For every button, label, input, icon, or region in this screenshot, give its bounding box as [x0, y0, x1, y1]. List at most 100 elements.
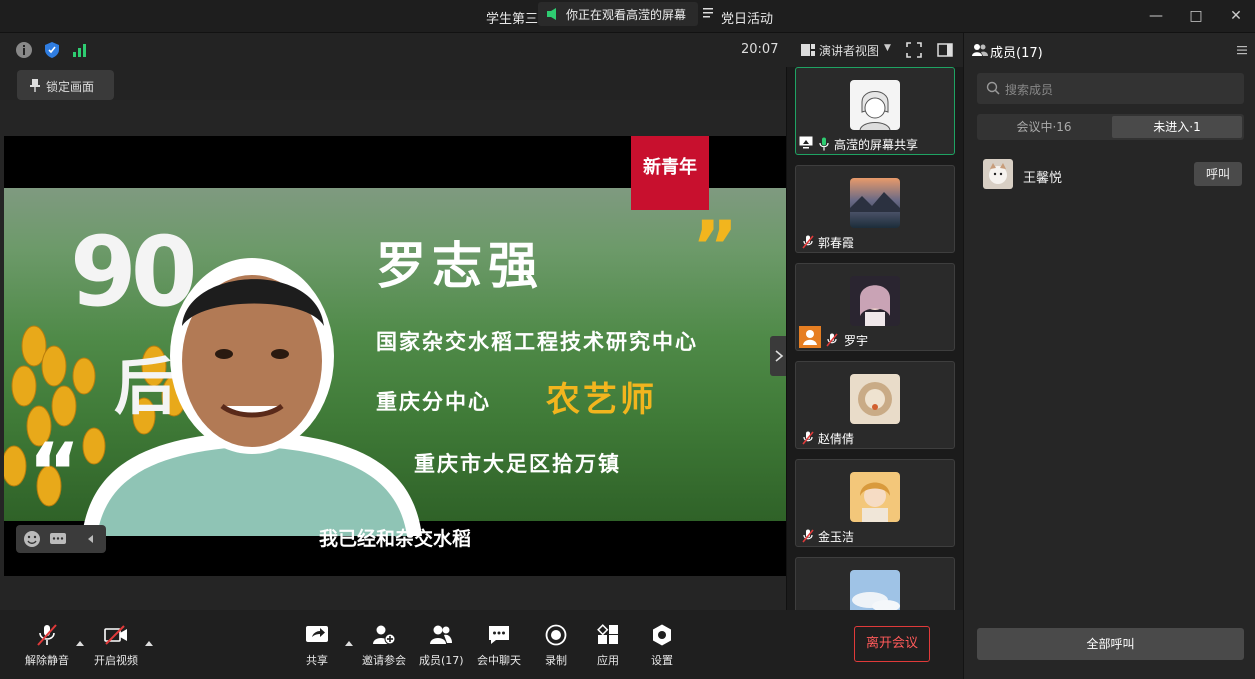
video-off-icon — [104, 625, 127, 645]
brand-logo: 新青年 — [631, 136, 709, 210]
share-screen-icon — [306, 626, 328, 642]
minimize-icon[interactable]: — — [1146, 6, 1166, 26]
call-all-button[interactable]: 全部呼叫 — [977, 628, 1244, 660]
view-mode-dropdown-icon[interactable]: ▼ — [884, 43, 891, 53]
user-icon — [803, 330, 817, 345]
speaker-view-icon[interactable] — [800, 42, 816, 58]
video-caption: 我已经和杂交水稻 — [318, 528, 471, 550]
chevron-right-icon — [775, 350, 784, 362]
collapse-left-icon[interactable] — [82, 530, 100, 548]
members-icon — [430, 625, 452, 644]
meeting-window: 学生第三 你正在观看高滢的屏幕 党日活动 — □ ✕ 20:07 锁定画面 新青… — [0, 0, 1255, 679]
info-icon[interactable] — [15, 41, 33, 59]
start-video-button[interactable]: 开启视频 — [93, 624, 139, 672]
share-button[interactable]: 共享 — [301, 624, 333, 672]
search-placeholder: 搜索成员 — [1005, 83, 1054, 97]
participant-tile[interactable]: 赵倩倩 — [795, 361, 955, 449]
pin-icon — [30, 79, 40, 92]
signal-strength-icon[interactable] — [71, 41, 89, 59]
speaker-name: 罗志强 — [376, 237, 544, 295]
members-panel: 成员(17) 搜索成员 会议中·16 未进入·1 王馨悦 呼叫 全部呼叫 — [963, 33, 1255, 679]
video-options-caret-icon[interactable] — [145, 641, 153, 646]
participant-name: 金玉洁 — [818, 530, 855, 544]
participant-gallery: 高滢的屏幕共享 郭春霞 罗宇 赵倩倩 金玉洁 — [786, 67, 963, 610]
mic-muted-icon — [37, 624, 57, 646]
avatar — [850, 178, 900, 228]
unmute-button[interactable]: 解除静音 — [24, 624, 70, 672]
screen-share-banner-text: 你正在观看高滢的屏幕 — [566, 8, 687, 22]
mic-muted-icon — [802, 431, 814, 445]
tab-in-meeting[interactable]: 会议中·16 — [977, 114, 1111, 140]
apps-label: 应用 — [597, 654, 619, 667]
security-shield-icon[interactable] — [43, 41, 61, 59]
add-user-icon — [373, 625, 396, 645]
members-panel-title: 成员(17) — [990, 46, 1043, 61]
close-quote: ” — [692, 206, 739, 288]
member-status-tabs: 会议中·16 未进入·1 — [977, 114, 1244, 140]
participant-tile[interactable] — [795, 557, 955, 610]
panel-menu-icon[interactable] — [1236, 44, 1248, 56]
avatar — [850, 276, 900, 326]
mic-on-icon — [819, 137, 829, 151]
members-label: 成员(17) — [419, 654, 464, 667]
maximize-icon[interactable]: □ — [1186, 6, 1206, 26]
call-member-button[interactable]: 呼叫 — [1194, 162, 1242, 186]
share-label: 共享 — [306, 654, 328, 667]
screen-share-icon — [799, 136, 813, 149]
gallery-header: 演讲者视图 ▼ — [786, 33, 963, 67]
participant-name: 高滢的屏幕共享 — [834, 138, 919, 152]
title-bar: 学生第三 你正在观看高滢的屏幕 党日活动 — □ ✕ — [0, 0, 1255, 33]
record-label: 录制 — [545, 654, 567, 667]
participant-name: 罗宇 — [844, 334, 869, 348]
chat-button[interactable]: 会中聊天 — [476, 624, 522, 672]
unmute-label: 解除静音 — [25, 654, 69, 667]
search-icon — [986, 81, 1000, 95]
participant-name: 郭春霞 — [818, 236, 855, 250]
members-button[interactable]: 成员(17) — [419, 624, 464, 672]
members-icon — [972, 44, 988, 56]
avatar — [850, 374, 900, 424]
settings-label: 设置 — [651, 654, 673, 667]
sidebar-layout-icon[interactable] — [937, 42, 953, 58]
reaction-bar — [16, 525, 106, 553]
participant-tile[interactable]: 高滢的屏幕共享 — [795, 67, 955, 155]
title-line-1: 国家杂交水稻工程技术研究中心 — [376, 330, 698, 354]
gear-icon — [653, 624, 671, 646]
chat-icon — [489, 626, 509, 644]
record-icon — [545, 624, 567, 646]
avatar — [850, 472, 900, 522]
mic-muted-icon — [802, 529, 814, 543]
lock-view-button[interactable]: 锁定画面 — [17, 70, 114, 100]
apps-grid-icon — [597, 624, 618, 644]
tab-not-joined[interactable]: 未进入·1 — [1112, 116, 1242, 138]
record-button[interactable]: 录制 — [542, 624, 570, 672]
invite-button[interactable]: 邀请参会 — [361, 624, 407, 672]
avatar — [850, 570, 900, 610]
leave-meeting-button[interactable]: 离开会议 — [854, 626, 930, 662]
title-line-2: 重庆分中心 — [376, 390, 491, 414]
mic-muted-icon — [826, 333, 838, 347]
apps-button[interactable]: 应用 — [594, 624, 622, 672]
chat-bubble-icon[interactable] — [49, 530, 67, 548]
emoji-icon[interactable] — [23, 530, 41, 548]
close-icon[interactable]: ✕ — [1226, 6, 1246, 26]
audio-options-caret-icon[interactable] — [76, 641, 84, 646]
member-search-input[interactable]: 搜索成员 — [977, 73, 1244, 104]
participant-tile[interactable]: 郭春霞 — [795, 165, 955, 253]
view-mode-label[interactable]: 演讲者视图 — [819, 42, 879, 59]
speaker-icon — [547, 8, 556, 20]
member-name: 王馨悦 — [1023, 171, 1063, 186]
view-menu-icon[interactable] — [702, 6, 716, 20]
participant-tile[interactable]: 罗宇 — [795, 263, 955, 351]
video-header: 20:07 — [0, 33, 786, 67]
window-title: 学生第三 — [486, 12, 539, 27]
participant-tile[interactable]: 金玉洁 — [795, 459, 955, 547]
settings-button[interactable]: 设置 — [648, 624, 676, 672]
share-options-caret-icon[interactable] — [345, 641, 353, 646]
meeting-toolbar: 解除静音 开启视频 共享 邀请参会 成员(17) 会中聊天 录制 应用 设置 离… — [0, 610, 963, 679]
fullscreen-icon[interactable] — [906, 42, 922, 58]
mic-muted-icon — [802, 235, 814, 249]
shared-screen-video[interactable]: 新青年 90 后 “ ” 罗志强 国家杂交水稻工程技术研究中心 重庆分中心 农艺… — [4, 136, 786, 576]
participant-name: 赵倩倩 — [818, 432, 855, 446]
screen-share-banner[interactable]: 你正在观看高滢的屏幕 — [538, 2, 698, 26]
